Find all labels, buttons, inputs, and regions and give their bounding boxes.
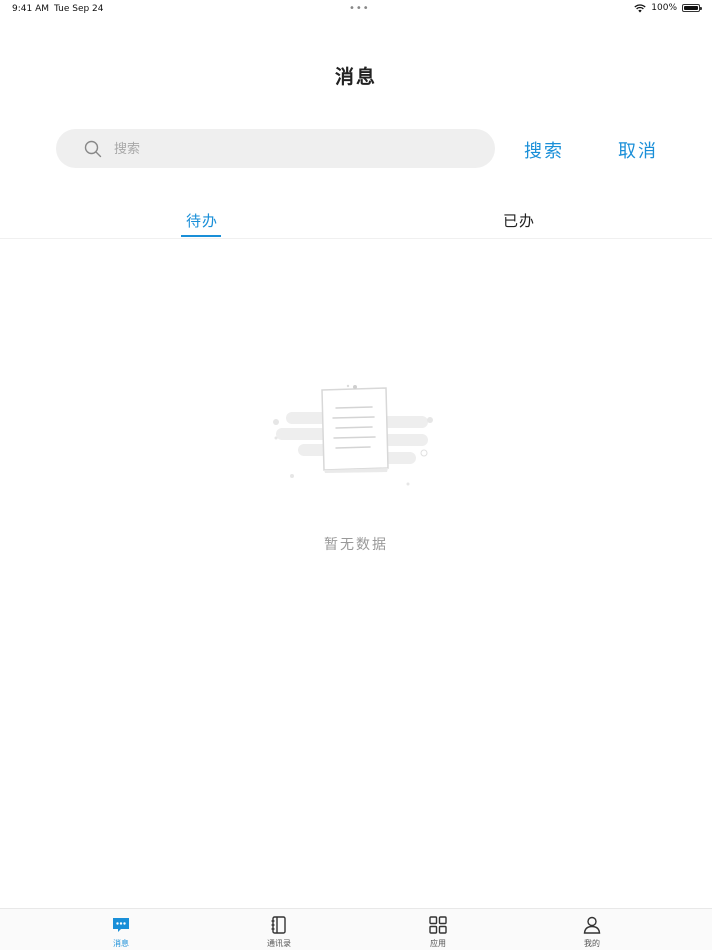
tabbar-label: 应用 <box>430 939 446 948</box>
task-tabs: 待办 已办 <box>0 200 712 239</box>
status-time: 9:41 AM <box>12 4 49 14</box>
tabbar-label: 消息 <box>113 939 129 948</box>
battery-percent: 100% <box>651 3 677 13</box>
tab-active-indicator <box>181 235 221 237</box>
tab-todo[interactable]: 待办 <box>186 210 218 231</box>
tabbar-item-profile[interactable]: 我的 <box>513 915 671 949</box>
tabbar-label: 我的 <box>584 939 600 948</box>
multitasking-dots[interactable]: ••• <box>349 3 370 14</box>
bottom-tab-bar: 消息 通讯录 应用 我的 <box>0 908 712 950</box>
wifi-icon <box>634 3 646 12</box>
tabbar-item-messages[interactable]: 消息 <box>42 915 200 949</box>
search-button[interactable]: 搜索 <box>524 137 564 163</box>
status-indicators: 100% <box>634 3 702 13</box>
message-icon <box>113 918 129 932</box>
empty-document-illustration <box>273 384 433 486</box>
search-input[interactable] <box>114 139 474 159</box>
search-box[interactable] <box>56 129 495 168</box>
tabbar-item-apps[interactable]: 应用 <box>359 915 517 949</box>
search-icon <box>84 140 102 158</box>
tab-done[interactable]: 已办 <box>503 210 535 231</box>
contacts-icon <box>271 916 286 934</box>
status-date: Tue Sep 24 <box>54 4 104 14</box>
apps-grid-icon <box>429 916 447 934</box>
cancel-button[interactable]: 取消 <box>618 137 658 163</box>
tabbar-label: 通讯录 <box>267 939 291 948</box>
profile-icon <box>583 916 601 934</box>
status-bar: 9:41 AM Tue Sep 24 ••• 100% <box>0 0 712 18</box>
page-title: 消息 <box>334 66 377 88</box>
tabbar-item-contacts[interactable]: 通讯录 <box>200 915 358 949</box>
battery-icon <box>682 4 702 12</box>
empty-state-text: 暂无数据 <box>324 537 388 553</box>
